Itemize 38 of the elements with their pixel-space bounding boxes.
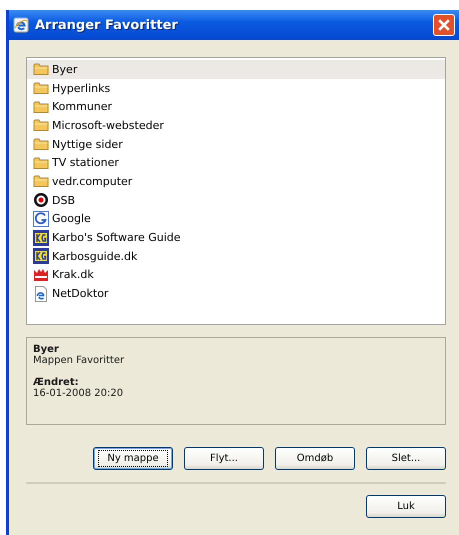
favorite-item[interactable]: Byer [27,60,445,79]
favorite-item[interactable]: Krak.dk [27,266,445,284]
folder-icon [33,154,49,171]
action-button[interactable]: Flyt... [184,447,264,470]
item-description: Mappen Favoritter [33,355,126,366]
favorite-item[interactable]: Karbo's Software Guide [27,228,445,247]
favorite-item[interactable]: Hyperlinks [27,78,445,98]
favorite-item[interactable]: NetDoktor [27,284,445,303]
logo-icon [33,230,49,246]
modified-label: Ændret: [33,377,80,388]
folder-icon [33,117,49,134]
favorite-item[interactable]: Google [27,210,445,228]
folder-icon [33,98,49,115]
logo-icon [33,248,49,264]
target-icon [33,192,49,208]
close-icon[interactable] [433,14,455,36]
favorite-item[interactable]: Microsoft-websteder [27,116,445,135]
web-page-icon [33,286,49,302]
browser-icon [13,17,29,33]
action-button[interactable]: Slet... [366,447,446,470]
favorite-item[interactable]: Kommuner [27,97,445,116]
favorite-item[interactable]: Nyttige sider [27,134,445,154]
favorite-item[interactable]: Karbosguide.dk [27,246,445,266]
item-name: Byer [33,344,60,355]
close-button[interactable]: Luk [366,495,446,518]
favorite-item[interactable]: DSB [27,190,445,210]
action-button[interactable]: Omdøb [275,447,355,470]
favorite-item[interactable]: TV stationer [27,153,445,172]
crown-icon [33,266,49,283]
favorite-item[interactable]: vedr.computer [27,172,445,191]
folder-icon [33,173,49,190]
window-title: Arranger Favoritter [35,18,179,32]
action-button[interactable]: Ny mappe [93,447,173,470]
modified-date: 16-01-2008 20:20 [33,388,124,399]
folder-icon [33,136,49,152]
folder-icon [33,61,49,78]
folder-icon [33,80,49,96]
letter-icon [33,210,49,227]
